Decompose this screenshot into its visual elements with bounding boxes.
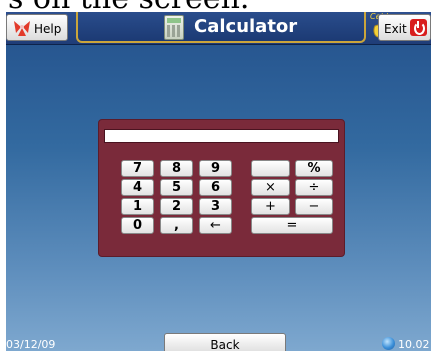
key-2[interactable]: 2	[160, 198, 193, 215]
key-minus[interactable]: −	[295, 198, 333, 215]
key-4[interactable]: 4	[121, 179, 154, 196]
key-blank[interactable]	[251, 160, 290, 177]
exit-button[interactable]: Exit	[378, 14, 431, 41]
key-multiply[interactable]: ×	[251, 179, 290, 196]
key-0[interactable]: 0	[121, 217, 154, 234]
calculator-icon	[164, 15, 184, 40]
date-label: 03/12/09	[6, 338, 56, 351]
power-icon	[410, 19, 427, 36]
key-comma[interactable]: ,	[160, 217, 193, 234]
back-button[interactable]: Back	[164, 333, 286, 351]
key-equals[interactable]: =	[251, 217, 333, 234]
key-3[interactable]: 3	[199, 198, 232, 215]
caption-text: s on the screen.	[8, 0, 249, 12]
globe-icon	[382, 337, 395, 350]
key-divide[interactable]: ÷	[295, 179, 333, 196]
key-6[interactable]: 6	[199, 179, 232, 196]
key-8[interactable]: 8	[160, 160, 193, 177]
calculator-panel: 7 8 9 % 4 5 6 × ÷ 1 2 3 + − 0 , ← =	[98, 119, 345, 257]
help-icon	[14, 21, 30, 36]
key-backspace[interactable]: ←	[199, 217, 232, 234]
key-5[interactable]: 5	[160, 179, 193, 196]
key-plus[interactable]: +	[251, 198, 290, 215]
caption-strip: s on the screen.	[0, 0, 431, 12]
status-value: 10.02	[398, 338, 430, 351]
page-title: Calculator	[194, 16, 298, 37]
key-7[interactable]: 7	[121, 160, 154, 177]
key-1[interactable]: 1	[121, 198, 154, 215]
header-bar: Help Calculator Celdy Exit	[6, 12, 431, 45]
help-label: Help	[34, 22, 62, 36]
key-9[interactable]: 9	[199, 160, 232, 177]
help-button[interactable]: Help	[6, 14, 68, 41]
key-percent[interactable]: %	[295, 160, 333, 177]
app-screen: Help Calculator Celdy Exit 7 8 9 % 4 5 6…	[6, 12, 431, 351]
calculator-display	[104, 129, 339, 143]
exit-label: Exit	[384, 22, 407, 36]
